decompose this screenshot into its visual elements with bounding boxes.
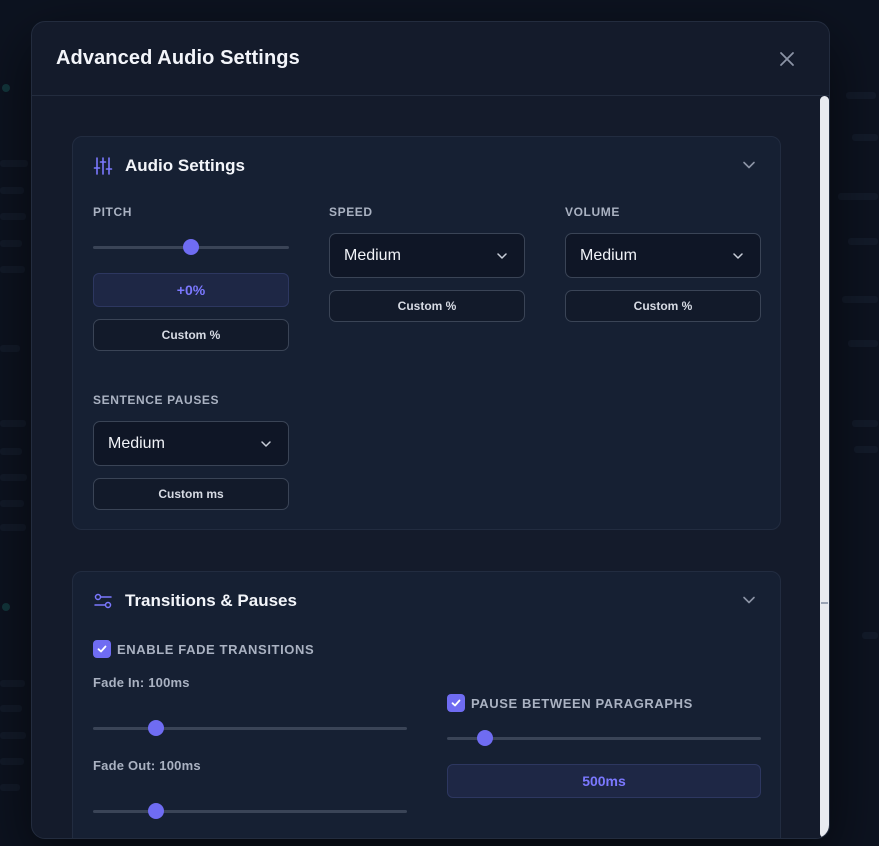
- bg-text: [842, 296, 878, 303]
- chevron-down-icon[interactable]: [742, 158, 756, 172]
- speed-select[interactable]: Medium: [329, 233, 525, 278]
- chevron-down-icon: [733, 253, 743, 259]
- volume-label: VOLUME: [565, 205, 620, 219]
- bg-text: [0, 680, 25, 687]
- scrollbar-thumb[interactable]: [820, 96, 829, 838]
- scrollbar-marker: [821, 602, 828, 604]
- bg-text: [838, 193, 878, 200]
- bg-text: [848, 238, 878, 245]
- chevron-down-icon[interactable]: [742, 593, 756, 607]
- bg-text: [0, 524, 26, 531]
- bg-text: [852, 420, 878, 427]
- pitch-custom-button[interactable]: Custom %: [93, 319, 289, 351]
- audio-settings-header[interactable]: Audio Settings: [93, 155, 760, 177]
- speed-custom-button[interactable]: Custom %: [329, 290, 525, 322]
- speed-selected-value: Medium: [344, 246, 401, 264]
- bg-text: [846, 92, 876, 99]
- chevron-down-icon: [497, 253, 507, 259]
- close-icon: [780, 51, 794, 66]
- close-button[interactable]: [775, 47, 799, 71]
- sentence-pauses-custom-button[interactable]: Custom ms: [93, 478, 289, 510]
- bg-text: [0, 420, 26, 427]
- slider-thumb[interactable]: [147, 720, 164, 736]
- pause-between-paragraphs-label: PAUSE BETWEEN PARAGRAPHS: [471, 696, 693, 711]
- bg-text: [862, 632, 878, 639]
- chevron-down-icon: [261, 441, 271, 447]
- bg-text: [0, 758, 24, 765]
- slider-thumb[interactable]: [183, 239, 199, 255]
- bg-text: [0, 474, 27, 481]
- slider-track: [447, 737, 761, 740]
- transitions-header[interactable]: Transitions & Pauses: [93, 590, 760, 612]
- fade-in-label: Fade In: 100ms: [93, 675, 190, 690]
- enable-fade-label: ENABLE FADE TRANSITIONS: [117, 642, 315, 657]
- bg-text: [0, 345, 20, 352]
- scrollbar[interactable]: [819, 96, 829, 838]
- section-title: Audio Settings: [125, 156, 245, 175]
- modal-title: Advanced Audio Settings: [56, 47, 300, 69]
- bg-text: [852, 134, 878, 141]
- paragraph-pause-slider[interactable]: [447, 728, 761, 748]
- bg-dot: [2, 603, 10, 611]
- toggles-icon: [94, 593, 112, 609]
- check-icon: [451, 699, 461, 707]
- bg-text: [0, 705, 22, 712]
- paragraph-pause-value: 500ms: [447, 764, 761, 798]
- sentence-pauses-label: SENTENCE PAUSES: [93, 393, 220, 407]
- fade-in-slider[interactable]: [93, 718, 407, 738]
- fade-out-label: Fade Out: 100ms: [93, 758, 201, 773]
- pitch-slider[interactable]: [93, 237, 289, 257]
- bg-text: [848, 340, 878, 347]
- slider-track: [93, 810, 407, 813]
- modal-body: Audio Settings PITCH +0% Custom % SPEED …: [32, 96, 829, 838]
- slider-track: [93, 727, 407, 730]
- pitch-value: +0%: [93, 273, 289, 307]
- sliders-icon: [93, 157, 113, 175]
- enable-fade-checkbox[interactable]: [93, 640, 111, 658]
- bg-text: [0, 784, 20, 791]
- bg-text: [0, 160, 28, 167]
- modal-header: Advanced Audio Settings: [32, 22, 829, 96]
- bg-text: [0, 448, 22, 455]
- bg-text: [0, 266, 25, 273]
- pitch-label: PITCH: [93, 205, 132, 219]
- bg-text: [0, 500, 24, 507]
- volume-selected-value: Medium: [580, 246, 637, 264]
- volume-custom-button[interactable]: Custom %: [565, 290, 761, 322]
- bg-text: [0, 213, 26, 220]
- section-title: Transitions & Pauses: [125, 591, 297, 610]
- fade-out-slider[interactable]: [93, 801, 407, 821]
- audio-settings-section: Audio Settings PITCH +0% Custom % SPEED …: [72, 136, 781, 530]
- sentence-pauses-selected-value: Medium: [108, 434, 165, 452]
- transitions-pauses-section: Transitions & Pauses ENABLE FADE TRANSIT…: [72, 571, 781, 838]
- bg-text: [854, 446, 878, 453]
- bg-text: [0, 187, 24, 194]
- pause-between-paragraphs-checkbox[interactable]: [447, 694, 465, 712]
- slider-thumb[interactable]: [476, 730, 493, 746]
- bg-dot: [2, 84, 10, 92]
- check-icon: [97, 645, 107, 653]
- bg-text: [0, 732, 26, 739]
- volume-select[interactable]: Medium: [565, 233, 761, 278]
- sentence-pauses-select[interactable]: Medium: [93, 421, 289, 466]
- speed-label: SPEED: [329, 205, 373, 219]
- slider-thumb[interactable]: [147, 803, 164, 819]
- bg-text: [0, 240, 22, 247]
- advanced-audio-settings-modal: Advanced Audio Settings Audio Settings P…: [31, 21, 830, 839]
